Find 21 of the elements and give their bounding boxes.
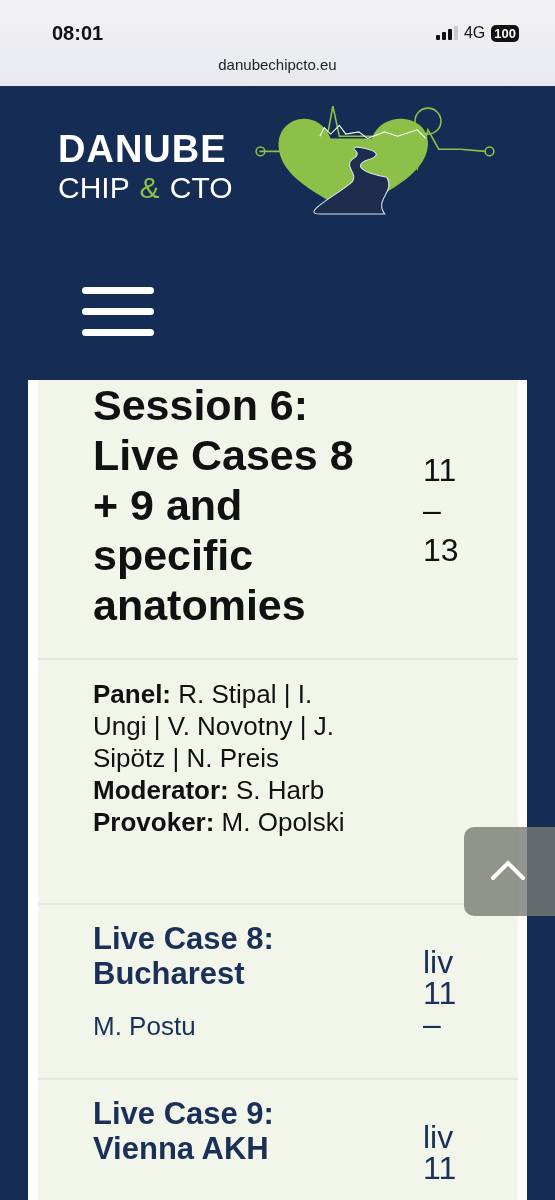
talk-title[interactable]: Live Case 9: Vienna AKH: [93, 1096, 333, 1166]
panel-text: Panel: R. Stipal | I. Ungi | V. Novotny | J. Sipötz | N. Preis: [93, 678, 335, 774]
signal-icon: [435, 26, 458, 40]
logo-subtitle-word: CHIP: [58, 170, 130, 204]
session-time: 11 – 13: [423, 451, 460, 570]
logo-subtitle-word: &: [139, 170, 160, 204]
battery-level: 100: [491, 24, 519, 42]
scroll-top-button[interactable]: [464, 827, 555, 916]
clock: 08:01: [52, 21, 104, 45]
logo-title: DANUBE: [58, 127, 228, 170]
network-label: 4G: [463, 24, 486, 42]
session-title: Session 6: Live Cases 8 + 9 and specific anatomies: [93, 380, 355, 630]
talk-title[interactable]: Live Case 8: Bucharest: [93, 921, 333, 991]
panel-text: Moderator: S. Harb Provoker: M. Opolski: [93, 774, 346, 838]
talk-time: liv 11 –: [423, 947, 458, 1040]
chevron-up-icon: [491, 860, 525, 880]
menu-icon[interactable]: [82, 287, 154, 339]
logo-subtitle-word: CTO: [169, 170, 233, 204]
url-text[interactable]: danubechipcto.eu: [218, 56, 337, 73]
speaker-name: M. Postu: [93, 1011, 197, 1042]
talk-time: liv 11: [423, 1122, 458, 1184]
